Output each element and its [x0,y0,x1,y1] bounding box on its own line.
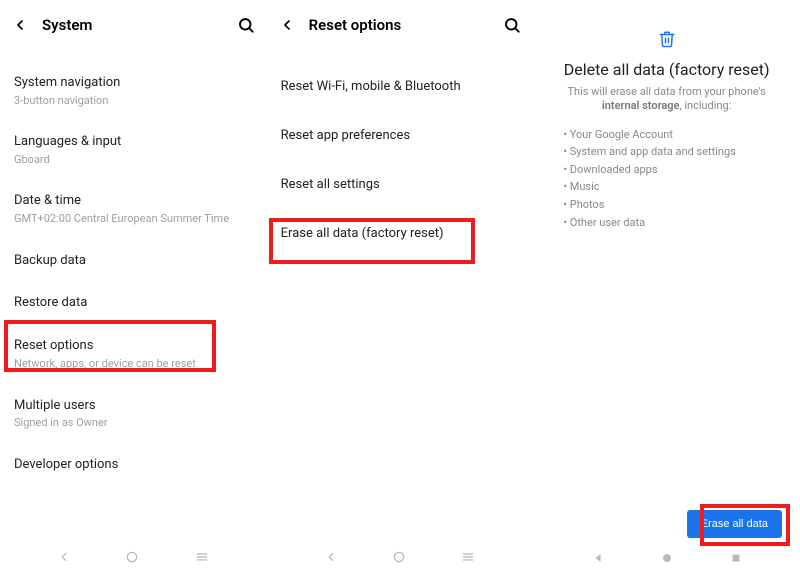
nav-back-icon[interactable] [57,549,71,568]
item-reset-app-prefs[interactable]: Reset app preferences [281,111,520,160]
item-backup-data[interactable]: Backup data [14,240,253,283]
panel-system: System System navigation 3-button naviga… [0,0,267,572]
nav-recent-icon[interactable] [730,549,742,568]
list-item: Other user data [563,214,736,232]
search-icon[interactable] [237,16,255,34]
nav-recent-icon[interactable] [194,549,210,568]
item-restore-data[interactable]: Restore data [14,282,253,325]
nav-bar [533,544,800,572]
back-arrow-icon[interactable] [279,17,295,33]
panel-title: System [42,16,92,34]
trash-icon [658,30,676,48]
item-multiple-users[interactable]: Multiple users Signed in as Owner [14,385,253,444]
nav-home-icon[interactable] [125,549,139,568]
panel-delete-data: Delete all data (factory reset) This wil… [533,0,800,572]
nav-bar [267,544,534,572]
item-title: Restore data [14,295,253,312]
item-title: Date & time [14,193,253,210]
settings-list: System navigation 3-button navigation La… [0,62,267,572]
item-erase-all-data[interactable]: Erase all data (factory reset) [281,209,520,258]
nav-bar [0,544,267,572]
list-item: System and app data and settings [563,143,736,161]
item-languages-input[interactable]: Languages & input Gboard [14,121,253,180]
nav-back-icon[interactable] [324,549,338,568]
item-system-navigation[interactable]: System navigation 3-button navigation [14,62,253,121]
desc-pre: This will erase all data from your phone… [567,85,765,98]
list-item: Downloaded apps [563,161,736,179]
item-subtitle: Gboard [14,153,253,167]
reset-list: Reset Wi-Fi, mobile & Bluetooth Reset ap… [267,62,534,258]
item-title: Developer options [14,457,253,474]
list-item: Music [563,178,736,196]
item-subtitle: Network, apps, or device can be reset [14,357,253,371]
desc-post: , including: [679,99,731,112]
nav-home-icon[interactable] [392,549,406,568]
item-reset-all-settings[interactable]: Reset all settings [281,160,520,209]
item-title: Backup data [14,253,253,270]
list-item: Photos [563,196,736,214]
panel-title: Reset options [309,16,402,34]
item-title: Reset options [14,338,253,355]
search-icon[interactable] [503,16,521,34]
item-date-time[interactable]: Date & time GMT+02:00 Central European S… [14,180,253,239]
list-item: Your Google Account [563,126,736,144]
nav-back-icon[interactable] [592,549,604,568]
item-title: System navigation [14,75,253,92]
desc-bold: internal storage [602,99,680,112]
header-left: Reset options [279,16,402,34]
item-subtitle: 3-button navigation [14,94,253,108]
item-reset-wifi[interactable]: Reset Wi-Fi, mobile & Bluetooth [281,62,520,111]
header-reset: Reset options [267,0,534,50]
item-subtitle: GMT+02:00 Central European Summer Time [14,212,253,226]
nav-home-icon[interactable] [661,549,673,568]
nav-recent-icon[interactable] [460,549,476,568]
item-title: Languages & input [14,134,253,151]
item-title: Multiple users [14,398,253,415]
header-system: System [0,0,267,50]
item-developer-options[interactable]: Developer options [14,444,253,487]
page-title: Delete all data (factory reset) [564,60,770,79]
panel-reset-options: Reset options Reset Wi-Fi, mobile & Blue… [267,0,534,572]
header-left: System [12,16,92,34]
item-reset-options[interactable]: Reset options Network, apps, or device c… [14,325,253,384]
description: This will erase all data from your phone… [533,85,800,114]
erase-all-data-button[interactable]: Erase all data [687,510,782,538]
item-subtitle: Signed in as Owner [14,416,253,430]
consequence-list: Your Google Account System and app data … [533,126,766,232]
back-arrow-icon[interactable] [12,17,28,33]
